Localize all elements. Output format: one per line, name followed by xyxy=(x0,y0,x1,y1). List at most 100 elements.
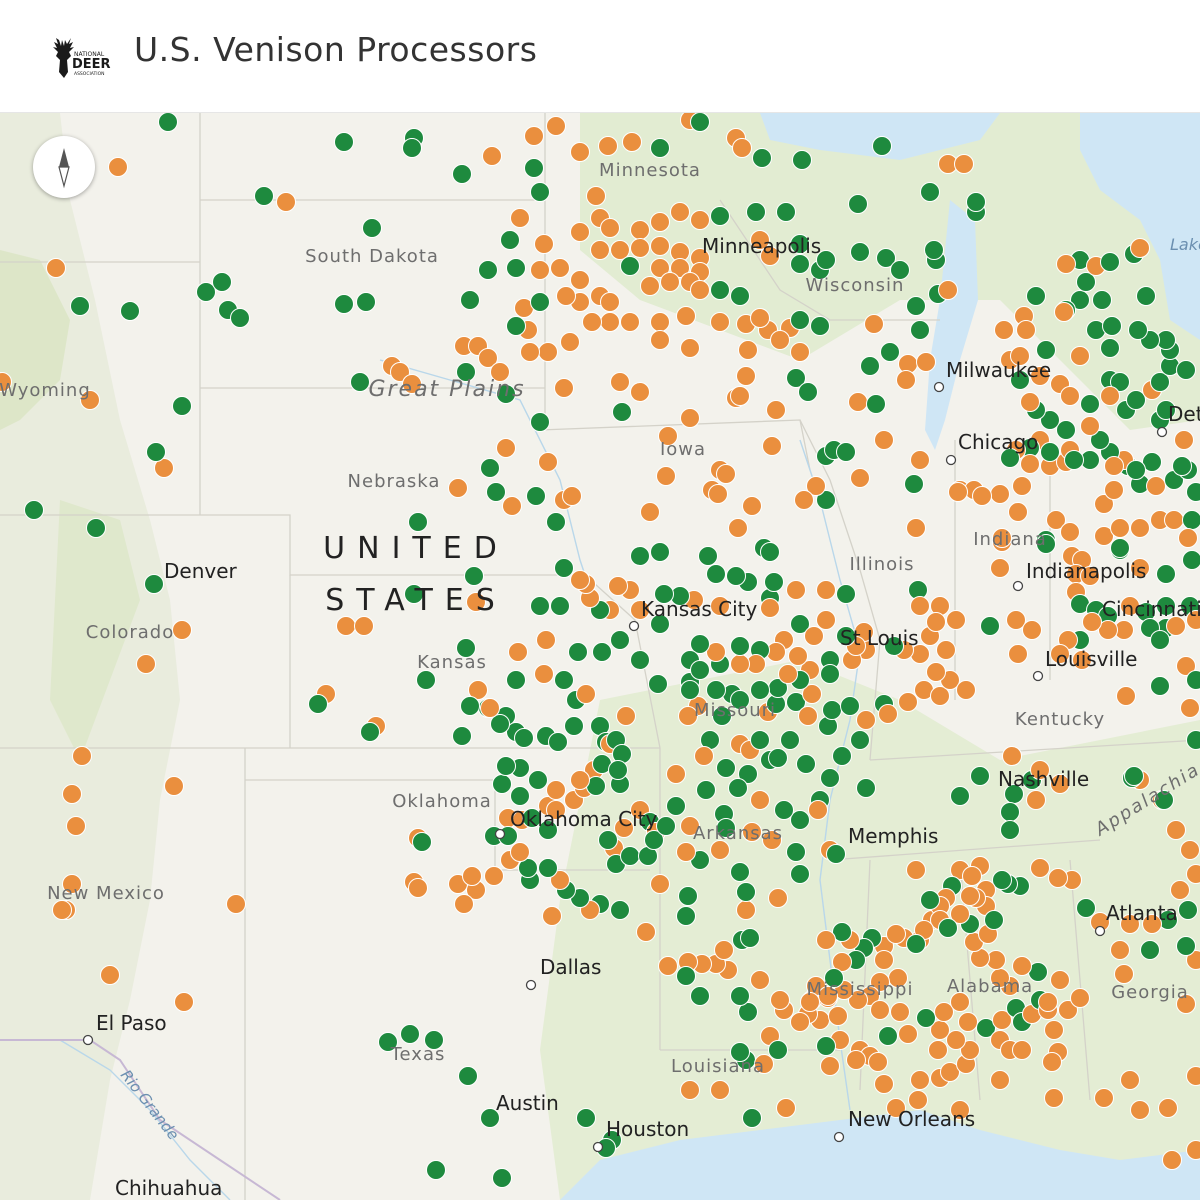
processor-marker-orange[interactable] xyxy=(510,208,530,228)
processor-marker-orange[interactable] xyxy=(1080,416,1100,436)
processor-marker-orange[interactable] xyxy=(1180,840,1200,860)
processor-marker-orange[interactable] xyxy=(550,258,570,278)
processor-marker-green[interactable] xyxy=(768,1040,788,1060)
processor-marker-green[interactable] xyxy=(408,512,428,532)
processor-marker-orange[interactable] xyxy=(878,704,898,724)
processor-marker-green[interactable] xyxy=(610,630,630,650)
processor-marker-green[interactable] xyxy=(1076,898,1096,918)
processor-marker-green[interactable] xyxy=(840,696,860,716)
processor-marker-green[interactable] xyxy=(334,132,354,152)
processor-marker-green[interactable] xyxy=(1176,360,1196,380)
processor-marker-green[interactable] xyxy=(836,442,856,462)
processor-marker-orange[interactable] xyxy=(948,482,968,502)
processor-marker-green[interactable] xyxy=(1110,538,1130,558)
processor-marker-orange[interactable] xyxy=(1100,386,1120,406)
processor-marker-green[interactable] xyxy=(730,862,750,882)
processor-marker-green[interactable] xyxy=(980,616,1000,636)
processor-marker-orange[interactable] xyxy=(856,710,876,730)
processor-marker-orange[interactable] xyxy=(738,340,758,360)
processor-marker-green[interactable] xyxy=(816,1036,836,1056)
processor-marker-orange[interactable] xyxy=(630,382,650,402)
processor-marker-green[interactable] xyxy=(496,756,516,776)
processor-marker-green[interactable] xyxy=(426,1160,446,1180)
processor-marker-green[interactable] xyxy=(1000,820,1020,840)
processor-marker-orange[interactable] xyxy=(538,452,558,472)
processor-marker-orange[interactable] xyxy=(910,596,930,616)
processor-marker-orange[interactable] xyxy=(556,286,576,306)
processor-marker-green[interactable] xyxy=(158,113,178,132)
processor-marker-orange[interactable] xyxy=(650,212,670,232)
processor-marker-green[interactable] xyxy=(172,396,192,416)
processor-marker-orange[interactable] xyxy=(534,664,554,684)
processor-marker-orange[interactable] xyxy=(680,338,700,358)
processor-marker-orange[interactable] xyxy=(848,392,868,412)
processor-marker-green[interactable] xyxy=(698,546,718,566)
processor-marker-green[interactable] xyxy=(528,770,548,790)
processor-marker-orange[interactable] xyxy=(622,132,642,152)
processor-marker-orange[interactable] xyxy=(1094,1088,1114,1108)
processor-marker-orange[interactable] xyxy=(680,408,700,428)
processor-marker-orange[interactable] xyxy=(1104,456,1124,476)
processor-marker-green[interactable] xyxy=(620,256,640,276)
processor-marker-green[interactable] xyxy=(1178,900,1198,920)
processor-marker-orange[interactable] xyxy=(816,930,836,950)
processor-marker-green[interactable] xyxy=(254,186,274,206)
processor-marker-orange[interactable] xyxy=(636,922,656,942)
processor-marker-orange[interactable] xyxy=(546,780,566,800)
processor-marker-green[interactable] xyxy=(548,732,568,752)
processor-marker-orange[interactable] xyxy=(542,906,562,926)
processor-marker-green[interactable] xyxy=(630,650,650,670)
processor-marker-orange[interactable] xyxy=(462,866,482,886)
processor-marker-orange[interactable] xyxy=(1030,858,1050,878)
processor-marker-orange[interactable] xyxy=(1130,1100,1150,1120)
processor-marker-orange[interactable] xyxy=(1060,386,1080,406)
processor-marker-green[interactable] xyxy=(750,730,770,750)
processor-marker-orange[interactable] xyxy=(1120,1070,1140,1090)
processor-marker-orange[interactable] xyxy=(610,372,630,392)
processor-marker-orange[interactable] xyxy=(630,238,650,258)
processor-marker-green[interactable] xyxy=(356,292,376,312)
processor-marker-orange[interactable] xyxy=(1042,1052,1062,1072)
processor-marker-green[interactable] xyxy=(550,596,570,616)
processor-marker-orange[interactable] xyxy=(480,698,500,718)
processor-marker-green[interactable] xyxy=(906,296,926,316)
processor-marker-orange[interactable] xyxy=(656,466,676,486)
processor-marker-orange[interactable] xyxy=(554,378,574,398)
processor-marker-green[interactable] xyxy=(120,301,140,321)
processor-marker-orange[interactable] xyxy=(650,312,670,332)
processor-marker-orange[interactable] xyxy=(874,950,894,970)
processor-marker-orange[interactable] xyxy=(1104,480,1124,500)
processor-marker-orange[interactable] xyxy=(600,312,620,332)
processor-marker-green[interactable] xyxy=(86,518,106,538)
processor-marker-green[interactable] xyxy=(1036,340,1056,360)
processor-marker-orange[interactable] xyxy=(1022,620,1042,640)
processor-marker-orange[interactable] xyxy=(570,270,590,290)
processor-marker-orange[interactable] xyxy=(766,400,786,420)
processor-marker-orange[interactable] xyxy=(1164,510,1184,530)
processor-marker-orange[interactable] xyxy=(736,900,756,920)
processor-marker-orange[interactable] xyxy=(1178,528,1198,548)
processor-marker-green[interactable] xyxy=(480,458,500,478)
processor-marker-orange[interactable] xyxy=(502,496,522,516)
processor-marker-orange[interactable] xyxy=(676,842,696,862)
processor-marker-green[interactable] xyxy=(1000,802,1020,822)
processor-marker-green[interactable] xyxy=(880,342,900,362)
processor-marker-orange[interactable] xyxy=(640,502,660,522)
processor-marker-green[interactable] xyxy=(612,402,632,422)
processor-marker-orange[interactable] xyxy=(562,486,582,506)
processor-marker-orange[interactable] xyxy=(886,924,906,944)
processor-marker-orange[interactable] xyxy=(742,496,762,516)
processor-marker-green[interactable] xyxy=(696,780,716,800)
processor-marker-orange[interactable] xyxy=(546,116,566,136)
processor-marker-orange[interactable] xyxy=(1174,430,1194,450)
processor-marker-orange[interactable] xyxy=(524,126,544,146)
processor-marker-orange[interactable] xyxy=(946,610,966,630)
processor-marker-orange[interactable] xyxy=(916,352,936,372)
processor-marker-orange[interactable] xyxy=(650,330,670,350)
processor-marker-orange[interactable] xyxy=(1162,1150,1182,1170)
processor-marker-orange[interactable] xyxy=(1012,956,1032,976)
processor-marker-orange[interactable] xyxy=(910,450,930,470)
processor-marker-orange[interactable] xyxy=(100,965,120,985)
processor-marker-green[interactable] xyxy=(810,316,830,336)
processor-marker-orange[interactable] xyxy=(72,746,92,766)
